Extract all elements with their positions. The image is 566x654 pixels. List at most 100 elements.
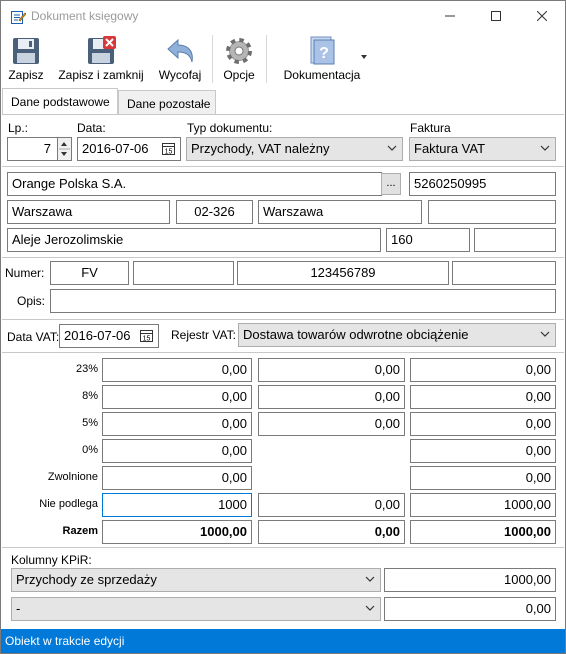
chevron-down-icon — [365, 605, 375, 611]
rate-label: Zwolnione — [47, 471, 98, 483]
documentation-button[interactable]: ? Dokumentacja — [279, 31, 367, 87]
section-divider — [2, 257, 564, 258]
lp-label: Lp.: — [8, 121, 29, 135]
lp-input[interactable]: 7 — [7, 137, 58, 161]
vat-rates-table: 23% 0,00 0,00 0,00 8% 0,00 0,00 0,00 5% 0,00 0,00 0… — [2, 356, 564, 550]
undo-button[interactable]: Wycofaj — [153, 31, 207, 87]
date-label: Data: — [77, 121, 106, 135]
floppy-disk-icon — [13, 38, 39, 64]
vat-amount-input[interactable]: 0,00 — [258, 412, 405, 436]
minimize-button[interactable] — [427, 1, 473, 31]
close-button[interactable] — [519, 1, 565, 31]
vat-amount-input[interactable]: 0,00 — [258, 385, 405, 409]
kpir-column-select-1[interactable]: Przychody ze sprzedaży — [11, 568, 381, 592]
invoice-type-select[interactable]: Faktura VAT — [409, 137, 556, 161]
description-input[interactable] — [50, 289, 556, 313]
number-prefix-input[interactable]: FV — [50, 261, 129, 285]
vat-register-value: Dostawa towarów odwrotne obciążenie — [243, 327, 469, 342]
close-icon — [537, 11, 547, 21]
gross-amount-input[interactable]: 1000,00 — [410, 493, 556, 517]
options-button[interactable]: Opcje — [217, 31, 261, 87]
number-suffix-input[interactable] — [452, 261, 556, 285]
apartment-number-input[interactable] — [474, 228, 556, 252]
floppy-disk-close-icon — [88, 36, 116, 64]
vat-register-label: Rejestr VAT: — [171, 328, 236, 342]
tab-other-data[interactable]: Dane pozostałe — [118, 90, 216, 115]
options-label: Opcje — [223, 68, 255, 82]
vat-register-select[interactable]: Dostawa towarów odwrotne obciążenie — [238, 323, 556, 347]
chevron-down-icon — [540, 145, 550, 151]
vat-amount-input[interactable]: 0,00 — [258, 358, 405, 382]
vat-amount-input[interactable]: 0,00 — [258, 493, 405, 517]
calendar-icon[interactable]: 15 — [140, 330, 153, 342]
undo-label: Wycofaj — [158, 68, 202, 82]
status-bar: Obiekt w trakcie edycji — [1, 629, 565, 653]
section-divider — [2, 547, 564, 548]
invoice-type-value: Faktura VAT — [414, 141, 486, 156]
gross-amount-input[interactable]: 0,00 — [410, 466, 556, 490]
window-title: Dokument księgowy — [31, 9, 139, 23]
net-amount-input[interactable]: 0,00 — [102, 439, 252, 463]
doc-type-label: Typ dokumentu: — [187, 121, 273, 135]
number-part2-input[interactable] — [133, 261, 234, 285]
date-input[interactable]: 2016-07-06 15 — [77, 137, 181, 161]
country-input[interactable] — [428, 200, 556, 224]
minimize-icon — [445, 15, 455, 17]
contractor-browse-button[interactable]: ... — [381, 173, 401, 195]
gross-amount-input[interactable]: 0,00 — [410, 439, 556, 463]
maximize-button[interactable] — [473, 1, 519, 31]
svg-text:15: 15 — [165, 149, 173, 156]
net-amount-input[interactable]: 0,00 — [102, 466, 252, 490]
net-amount-input[interactable]: 0,00 — [102, 385, 252, 409]
date-value: 2016-07-06 — [82, 141, 149, 156]
city-input[interactable]: Warszawa — [7, 200, 170, 224]
building-number-input[interactable]: 160 — [386, 228, 470, 252]
net-amount-input[interactable]: 0,00 — [102, 412, 252, 436]
invoice-label: Faktura — [410, 121, 451, 135]
status-text: Obiekt w trakcie edycji — [5, 634, 125, 648]
rate-label: 0% — [82, 444, 98, 456]
tab-basic-data[interactable]: Dane podstawowe — [2, 88, 118, 115]
number-value-input[interactable]: 123456789 — [237, 261, 449, 285]
svg-text:15: 15 — [143, 336, 151, 343]
doc-type-select[interactable]: Przychody, VAT należny — [186, 137, 403, 161]
contractor-name-input[interactable]: Orange Polska S.A. — [7, 172, 382, 196]
section-divider — [2, 166, 564, 167]
section-divider — [2, 319, 564, 320]
rate-label: Razem — [62, 525, 98, 537]
net-amount-input[interactable]: 0,00 — [102, 358, 252, 382]
title-bar: Dokument księgowy — [1, 1, 565, 31]
dropdown-arrow-icon — [361, 55, 367, 59]
gross-amount-input[interactable]: 0,00 — [410, 358, 556, 382]
kpir-column-select-2[interactable]: - — [11, 597, 381, 621]
kpir-amount-input-2[interactable]: 0,00 — [384, 597, 556, 621]
document-window: Dokument księgowy Zapisz Zapisz i zamkni… — [0, 0, 566, 654]
toolbar-separator — [266, 35, 267, 83]
toolbar: Zapisz Zapisz i zamknij Wycofaj Opcje ? … — [1, 31, 565, 87]
gross-amount-input[interactable]: 0,00 — [410, 412, 556, 436]
tab-basic-data-label: Dane podstawowe — [11, 95, 110, 109]
calendar-icon[interactable]: 15 — [162, 143, 175, 155]
kpir-column-value-1: Przychody ze sprzedaży — [16, 572, 157, 587]
gross-amount-input[interactable]: 0,00 — [410, 385, 556, 409]
svg-text:?: ? — [319, 45, 329, 62]
vat-date-input[interactable]: 2016-07-06 15 — [59, 324, 159, 348]
net-amount-input[interactable]: 1000 — [102, 493, 252, 517]
number-label: Numer: — [5, 266, 45, 280]
chevron-down-icon — [387, 145, 397, 151]
chevron-down-icon — [540, 331, 550, 337]
maximize-icon — [491, 11, 501, 21]
save-and-close-button[interactable]: Zapisz i zamknij — [53, 31, 149, 87]
vat-amount-input: 0,00 — [258, 520, 405, 544]
save-and-close-label: Zapisz i zamknij — [58, 68, 144, 82]
lp-spinner[interactable] — [58, 137, 72, 161]
section-divider — [2, 352, 564, 353]
save-button[interactable]: Zapisz — [3, 31, 49, 87]
rate-label: Nie podlega — [39, 498, 98, 510]
street-input[interactable]: Aleje Jerozolimskie — [7, 228, 381, 252]
main-panel: Lp.: Data: Typ dokumentu: Faktura 7 2016… — [2, 114, 564, 629]
kpir-amount-input-1[interactable]: 1000,00 — [384, 568, 556, 592]
post-city-input[interactable]: Warszawa — [258, 200, 422, 224]
nip-input[interactable]: 5260250995 — [409, 172, 556, 196]
postcode-input[interactable]: 02-326 — [176, 200, 253, 224]
